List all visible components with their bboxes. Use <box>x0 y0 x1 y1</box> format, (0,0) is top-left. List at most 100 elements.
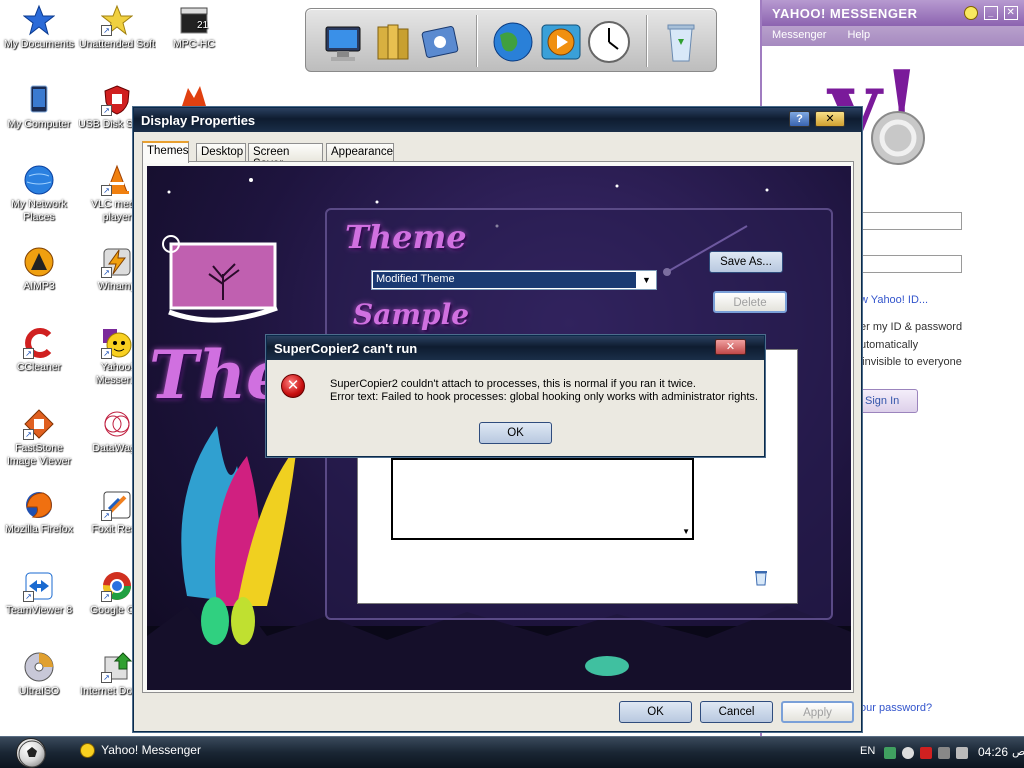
close-icon[interactable]: ✕ <box>1004 6 1018 20</box>
clock-icon[interactable] <box>586 19 632 65</box>
desktop-icon-my-computer[interactable]: My Computer <box>0 84 78 131</box>
password-input[interactable] <box>862 255 962 273</box>
yahoo-title-bar[interactable]: YAHOO! MESSENGER _ ✕ <box>762 0 1024 26</box>
scroll-down-icon: ▼ <box>682 527 690 536</box>
tab-themes[interactable]: Themes <box>142 141 189 163</box>
disc-icon <box>23 651 55 683</box>
faststone-icon: ↗ <box>23 408 55 440</box>
ccleaner-icon: ↗ <box>23 327 55 359</box>
network-icon[interactable] <box>884 747 896 759</box>
system-tray: EN 04:26 ص <box>824 737 1024 768</box>
star-icon <box>22 4 56 36</box>
yahoo-menu-bar: Messenger Help <box>762 26 1024 46</box>
help-button[interactable]: ? <box>789 111 810 127</box>
firefox-icon <box>23 489 55 521</box>
smiley-tray-icon[interactable] <box>902 747 914 759</box>
dock <box>305 8 717 72</box>
shortcut-arrow-icon: ↗ <box>101 510 112 521</box>
recycle-bin-icon[interactable] <box>658 19 704 65</box>
lightning-icon: ↗ <box>101 246 133 278</box>
dialog-ok-button[interactable]: OK <box>479 422 552 444</box>
desktop-icon-label: CCleaner <box>16 361 62 373</box>
close-button[interactable]: ✕ <box>815 111 845 127</box>
folder-icon[interactable] <box>370 19 416 65</box>
cancel-button[interactable]: Cancel <box>700 701 773 723</box>
dialog-close-button[interactable]: ✕ <box>715 339 746 355</box>
aimp-icon <box>23 246 55 278</box>
shortcut-arrow-icon: ↗ <box>101 267 112 278</box>
display-properties-title-bar[interactable]: Display Properties <box>134 108 861 132</box>
shortcut-arrow-icon: ↗ <box>23 591 34 602</box>
chevron-down-icon[interactable]: ▼ <box>638 272 655 288</box>
dialog-message: SuperCopier2 couldn't attach to processe… <box>330 378 758 404</box>
clapperboard-icon[interactable] <box>956 747 968 759</box>
media-player-icon[interactable] <box>538 19 584 65</box>
delete-button[interactable]: Delete <box>713 291 787 313</box>
desktop-icon-teamviewer[interactable]: ↗ TeamViewer 8 <box>0 570 78 617</box>
globe-icon[interactable] <box>490 19 536 65</box>
desktop-icon-mpc-hc[interactable]: 21 MPC-HC <box>155 4 233 51</box>
shortcut-arrow-icon: ↗ <box>101 591 112 602</box>
clapperboard-icon: 21 <box>178 4 210 36</box>
sign-in-automatically-label[interactable]: utomatically <box>860 339 918 351</box>
forgot-password-link[interactable]: our password? <box>860 702 932 714</box>
desktop-icon-my-documents[interactable]: My Documents <box>0 4 78 51</box>
theme-dropdown[interactable]: Modified Theme ▼ <box>371 270 657 290</box>
svg-text:21: 21 <box>197 20 209 31</box>
minimize-icon[interactable]: _ <box>984 6 998 20</box>
desktop-icon-label: Unattended Soft <box>79 38 155 50</box>
spirograph-icon <box>101 408 133 440</box>
desktop-icon-aimp3[interactable]: AIMP3 <box>0 246 78 293</box>
save-as-button[interactable]: Save As... <box>709 251 783 273</box>
tab-screen-saver[interactable]: Screen Saver <box>248 143 323 170</box>
menu-item-help[interactable]: Help <box>847 29 870 41</box>
taskbar-item-yahoo-messenger[interactable]: Yahoo! Messenger <box>80 743 201 759</box>
language-indicator[interactable]: EN <box>860 745 875 757</box>
shortcut-arrow-icon: ↗ <box>101 105 112 116</box>
shield-icon[interactable] <box>920 747 932 759</box>
sign-in-button[interactable]: Sign In <box>860 389 918 413</box>
smiley-icon <box>80 743 95 759</box>
shortcut-arrow-icon: ↗ <box>101 185 112 196</box>
new-yahoo-id-link[interactable]: w Yahoo! ID... <box>860 294 928 306</box>
shortcut-arrow-icon: ↗ <box>101 348 112 359</box>
computer-icon <box>23 84 55 116</box>
globe-icon <box>23 164 55 196</box>
sample-heading: Sample <box>353 298 470 331</box>
shortcut-arrow-icon: ↗ <box>23 429 34 440</box>
shortcut-arrow-icon: ↗ <box>23 348 34 359</box>
calendar-icon[interactable] <box>938 747 950 759</box>
chrome-icon: ↗ <box>101 570 133 602</box>
shortcut-arrow-icon: ↗ <box>101 672 112 683</box>
apply-button[interactable]: Apply <box>781 701 854 723</box>
tab-appearance[interactable]: Appearance <box>326 143 394 162</box>
sign-in-invisible-label[interactable]: n invisible to everyone <box>853 356 962 368</box>
ok-button[interactable]: OK <box>619 701 692 723</box>
dialog-title-bar[interactable]: SuperCopier2 can't run <box>267 336 764 360</box>
desktop-icon-label: MPC-HC <box>173 38 215 50</box>
control-panel-icon[interactable] <box>418 19 464 65</box>
partially-hidden-icon[interactable] <box>178 84 208 106</box>
error-icon: ✕ <box>281 374 305 398</box>
menu-item-messenger[interactable]: Messenger <box>772 29 826 41</box>
yahoo-id-input[interactable] <box>862 212 962 230</box>
start-button[interactable] <box>16 738 46 768</box>
traffic-cone-icon: ↗ <box>101 164 133 196</box>
remember-id-checkbox-label[interactable]: er my ID & password <box>860 321 962 333</box>
supercopier-error-dialog: SuperCopier2 can't run ✕ ✕ SuperCopier2 … <box>266 335 765 457</box>
desktop-icon-ultraiso[interactable]: UltraISO <box>0 651 78 698</box>
desktop-icon-firefox[interactable]: Mozilla Firefox <box>0 489 78 536</box>
dialog-message-line2: Error text: Failed to hook processes: gl… <box>330 391 758 403</box>
desktop-icon-ccleaner[interactable]: ↗ CCleaner <box>0 327 78 374</box>
desktop-icon-faststone[interactable]: ↗ FastStone Image Viewer <box>0 408 78 468</box>
tab-desktop[interactable]: Desktop <box>196 143 246 162</box>
desktop-icon-my-network-places[interactable]: My Network Places <box>0 164 78 224</box>
foxit-icon: ↗ <box>101 489 133 521</box>
desktop-icon-label: My Documents <box>3 38 75 50</box>
clock-time[interactable]: 04:26 <box>978 745 1008 759</box>
computer-icon[interactable] <box>320 19 366 65</box>
desktop-icon-unattended-soft[interactable]: ↗ Unattended Soft <box>78 4 156 51</box>
status-icon[interactable] <box>964 6 978 20</box>
dialog-message-line1: SuperCopier2 couldn't attach to processe… <box>330 378 696 390</box>
desktop-icon-label: My Computer <box>7 118 71 130</box>
